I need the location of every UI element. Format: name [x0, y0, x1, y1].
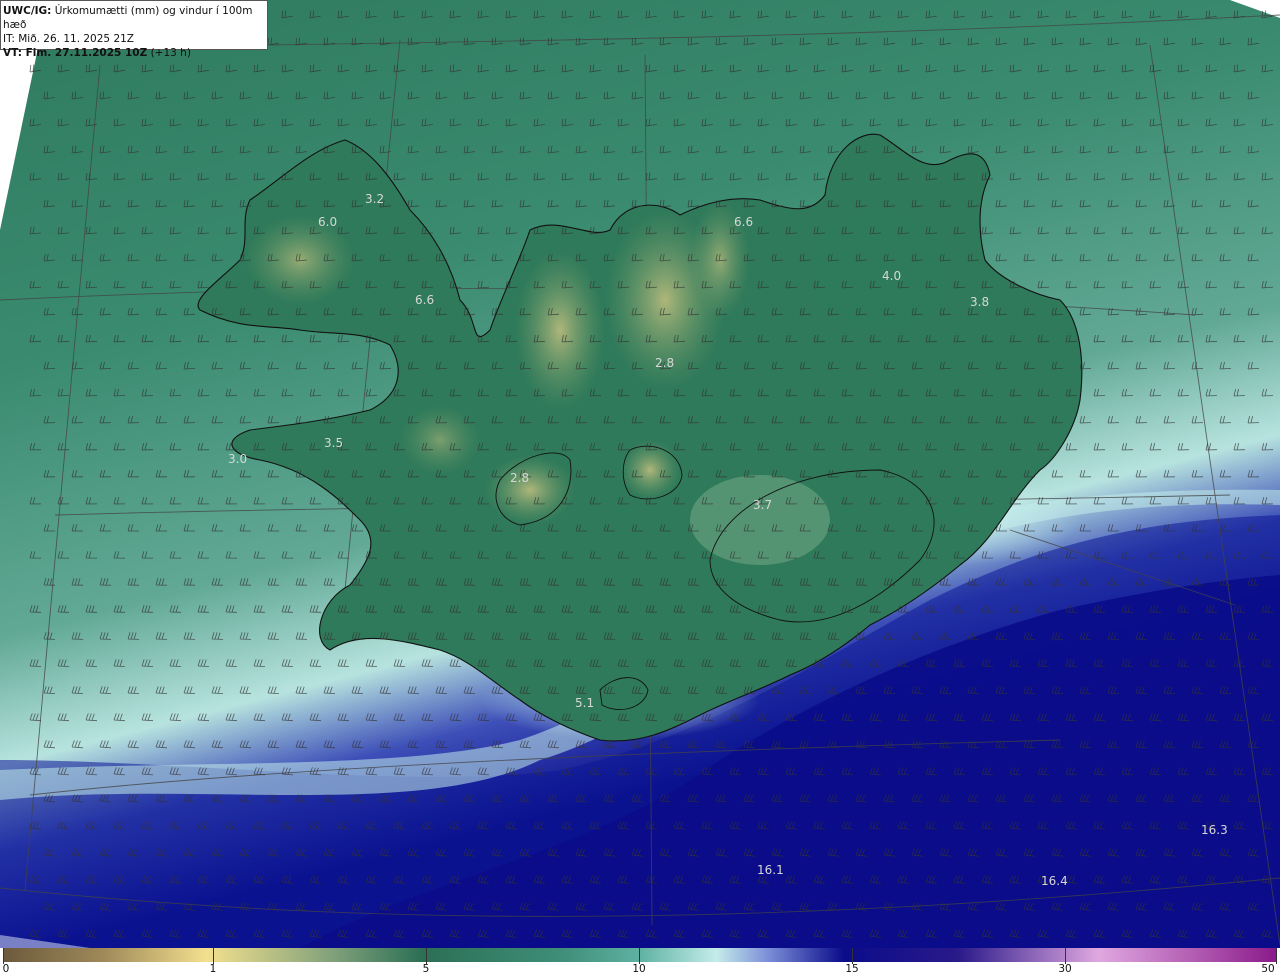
map-canvas: 3.2 6.0 6.6 6.6 4.0 3.8 2.8 3.5 3.0 2.8 … — [0, 0, 1280, 948]
value-label: 16.4 — [1041, 874, 1068, 888]
value-label: 3.5 — [324, 436, 343, 450]
value-label: 6.0 — [318, 215, 337, 229]
value-label: 16.3 — [1201, 823, 1228, 837]
value-label: 6.6 — [415, 293, 434, 307]
colorbar-tick: 1 — [209, 963, 217, 975]
value-label: 4.0 — [882, 269, 901, 283]
value-label: 2.8 — [655, 356, 674, 370]
colorbar-tick: 50 — [1261, 963, 1275, 975]
colorbar-tick: 10 — [632, 963, 646, 975]
value-label: 6.6 — [734, 215, 753, 229]
value-label: 3.7 — [753, 498, 772, 512]
map-info-box: UWC/IG: Úrkomumætti (mm) og vindur í 100… — [0, 0, 268, 59]
init-time: IT: Mið. 26. 11. 2025 21Z — [3, 33, 134, 45]
colorbar-tick: 5 — [422, 963, 430, 975]
value-label: 3.2 — [365, 192, 384, 206]
colorbar-tick: 15 — [845, 963, 859, 975]
value-label: 5.1 — [575, 696, 594, 710]
colorbar-ramp — [3, 948, 1277, 962]
value-label: 3.0 — [228, 452, 247, 466]
precipitation-map[interactable]: 3.2 6.0 6.6 6.6 4.0 3.8 2.8 3.5 3.0 2.8 … — [0, 0, 1280, 948]
value-label: 2.8 — [510, 471, 529, 485]
value-label: 16.1 — [757, 863, 784, 877]
valid-time: VT: Fim. 27.11.2025 10Z (+13 h) — [3, 47, 191, 59]
colorbar-tick: 30 — [1058, 963, 1072, 975]
value-label: 3.8 — [970, 295, 989, 309]
product-title: UWC/IG: Úrkomumætti (mm) og vindur í 100… — [3, 5, 253, 31]
colorbar: 0 1 5 10 15 30 50 — [0, 948, 1280, 978]
colorbar-tick: 0 — [2, 963, 10, 975]
